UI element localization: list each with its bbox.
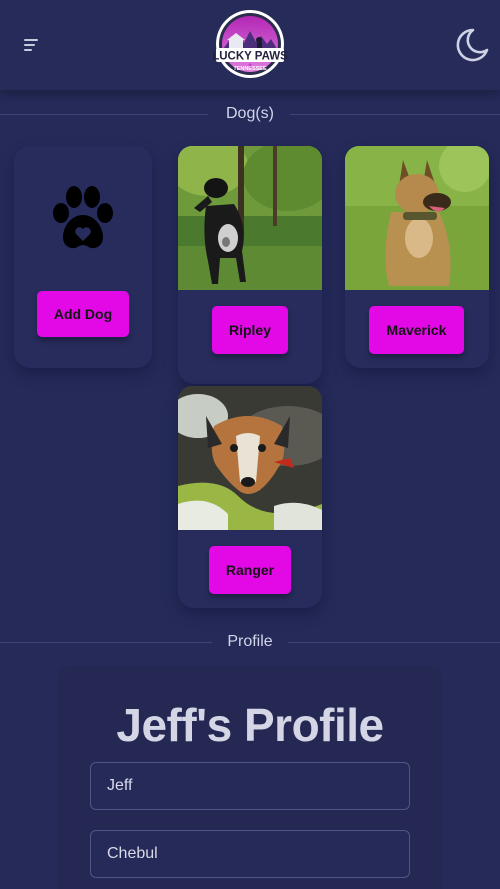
dog-button-maverick[interactable]: Maverick (369, 306, 464, 354)
add-dog-card: Add Dog (14, 146, 152, 368)
dog-photo-ranger[interactable] (178, 386, 322, 530)
paw-icon (49, 185, 117, 256)
dog-photo-ripley[interactable] (178, 146, 322, 290)
logo-text: LUCKY PAWS (212, 51, 288, 63)
dog-card-ranger[interactable]: Ranger (178, 386, 322, 608)
dog-card-maverick[interactable]: Maverick (345, 146, 489, 368)
moon-icon[interactable] (453, 26, 491, 64)
logo-subtext: TENNESSEE (233, 66, 267, 72)
profile-section-label: Profile (227, 633, 273, 650)
add-dog-button[interactable]: Add Dog (37, 291, 129, 337)
dog-button-ripley[interactable]: Ripley (212, 306, 288, 354)
profile-heading: Jeff's Profile (116, 699, 384, 751)
menu-icon[interactable] (22, 36, 42, 54)
dogs-section-title: Dog(s) (0, 104, 500, 124)
last-name-field[interactable] (90, 830, 410, 878)
dogs-section-label: Dog(s) (225, 105, 274, 122)
first-name-field[interactable] (90, 762, 410, 810)
profile-section-title: Profile (0, 632, 500, 652)
app-header: LUCKY PAWS TENNESSEE (0, 0, 500, 90)
dog-button-ranger[interactable]: Ranger (209, 546, 291, 594)
dog-photo-maverick[interactable] (345, 146, 489, 290)
lucky-paws-logo[interactable]: LUCKY PAWS TENNESSEE (211, 9, 289, 79)
dog-card-ripley[interactable]: Ripley (178, 146, 322, 384)
